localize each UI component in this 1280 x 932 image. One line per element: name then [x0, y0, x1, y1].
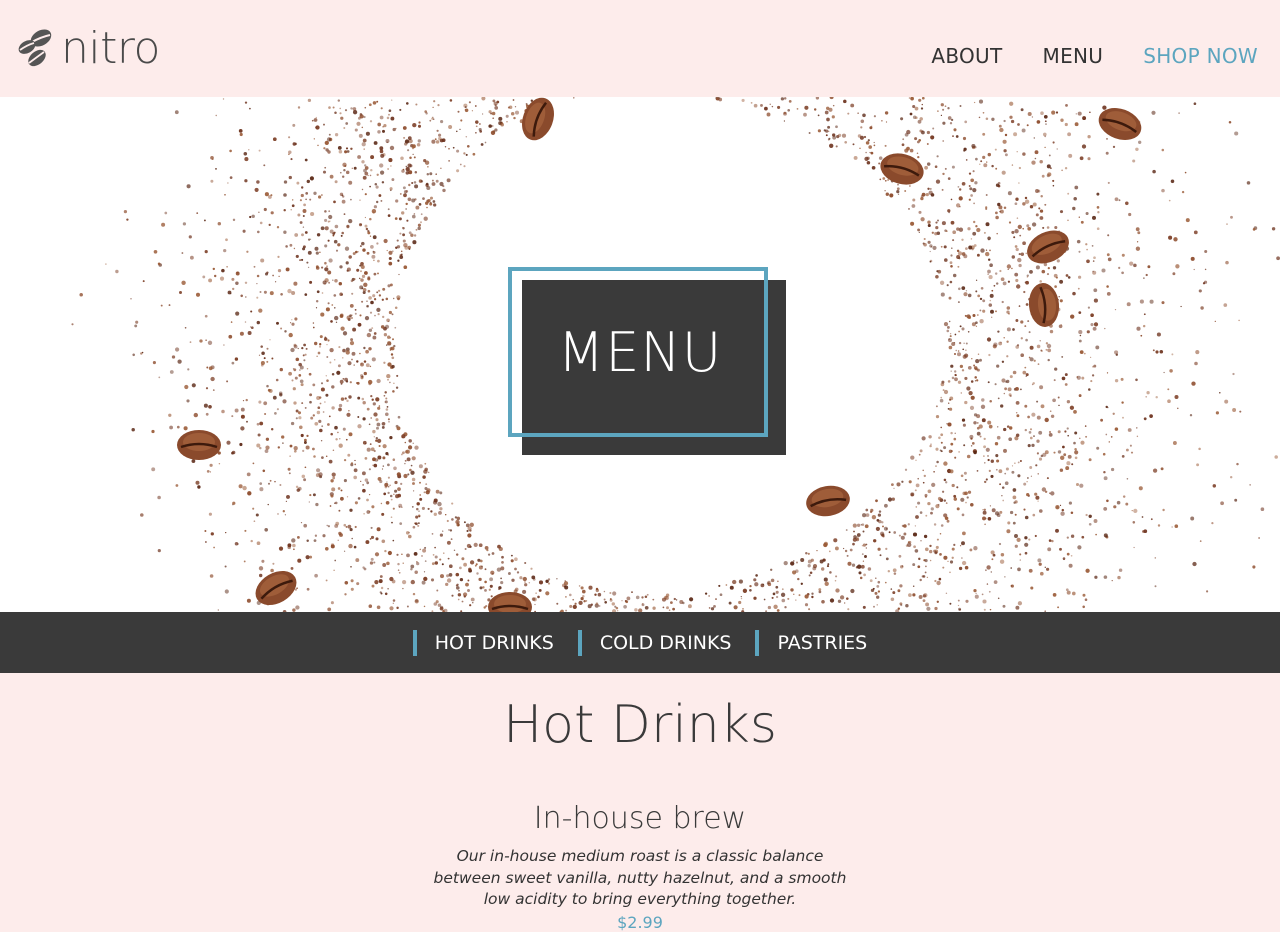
coffee-bean	[1027, 230, 1069, 264]
menu-item-name: In-house brew	[533, 801, 747, 836]
coffee-beans-icon	[17, 26, 55, 73]
coffee-bean	[880, 153, 924, 185]
menu-item-price: $2.99	[617, 913, 663, 932]
category-hot-drinks[interactable]: HOT DRINKS	[412, 629, 554, 656]
coffee-bean	[522, 97, 554, 141]
coffee-bean	[488, 592, 532, 612]
category-label: COLD DRINKS	[599, 631, 732, 654]
category-label: HOT DRINKS	[434, 631, 554, 654]
coffee-bean	[1098, 108, 1142, 140]
category-pastries[interactable]: PASTRIES	[755, 629, 868, 656]
category-cold-drinks[interactable]: COLD DRINKS	[577, 629, 732, 656]
coffee-bean	[177, 430, 221, 460]
nav-about[interactable]: ABOUT	[931, 44, 1002, 68]
hero-title: MENU	[557, 321, 723, 384]
nav-menu[interactable]: MENU	[1043, 44, 1104, 68]
category-divider	[412, 629, 417, 656]
logo[interactable]: nitro	[17, 24, 160, 74]
site-header: nitro ABOUT MENU SHOP NOW	[0, 0, 1280, 97]
coffee-bean	[1028, 283, 1060, 327]
hero-banner: MENU	[0, 97, 1280, 612]
category-divider	[577, 629, 582, 656]
category-divider	[755, 629, 760, 656]
menu-item-description: Our in-house medium roast is a classic b…	[433, 847, 847, 908]
category-label: PASTRIES	[777, 631, 868, 654]
section-title: Hot Drinks	[503, 695, 777, 755]
nav-shop-now[interactable]: SHOP NOW	[1143, 44, 1258, 68]
coffee-bean	[255, 570, 297, 606]
coffee-bean	[806, 485, 850, 517]
main-nav: ABOUT MENU SHOP NOW	[931, 44, 1258, 68]
category-bar: HOT DRINKS COLD DRINKS PASTRIES	[0, 612, 1280, 673]
brand-name: nitro	[61, 23, 160, 74]
